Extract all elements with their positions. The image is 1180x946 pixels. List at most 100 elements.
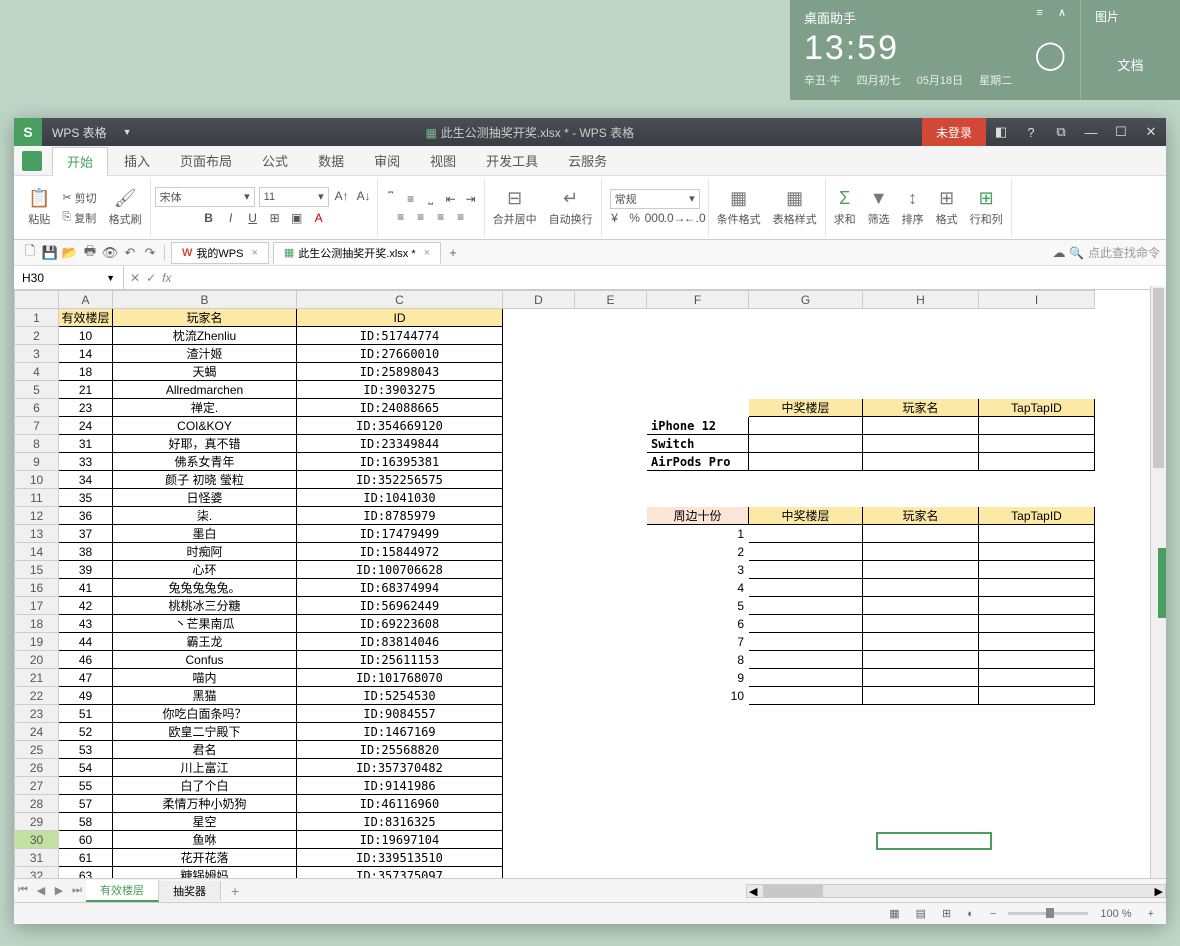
view-page-icon[interactable]: ▤ xyxy=(912,907,930,920)
share-icon[interactable]: ☁ xyxy=(1049,243,1069,263)
comma-icon[interactable]: 000 xyxy=(646,209,664,227)
close-icon[interactable]: ✕ xyxy=(1136,124,1166,140)
app-logo[interactable]: S xyxy=(14,118,42,146)
rowcol-button[interactable]: ⊞行和列 xyxy=(966,188,1007,227)
cut-button[interactable]: ✂剪切 xyxy=(58,189,100,207)
row-header[interactable]: 21 xyxy=(15,669,59,687)
currency-icon[interactable]: ¥ xyxy=(606,209,624,227)
fx-cancel-icon[interactable]: ✕ xyxy=(130,271,140,285)
copy-button[interactable]: ⎘复制 xyxy=(58,209,100,227)
row-header[interactable]: 1 xyxy=(15,309,59,327)
row-header[interactable]: 17 xyxy=(15,597,59,615)
fill-button[interactable]: ▣ xyxy=(288,209,306,227)
col-header-G[interactable]: G xyxy=(749,291,863,309)
col-header-F[interactable]: F xyxy=(647,291,749,309)
cond-format[interactable]: ▦条件格式 xyxy=(713,188,765,227)
dec-dec[interactable]: ←.0 xyxy=(686,209,704,227)
row-header[interactable]: 2 xyxy=(15,327,59,345)
side-panel-tab[interactable] xyxy=(1158,548,1166,618)
percent-icon[interactable]: % xyxy=(626,209,644,227)
row-header[interactable]: 5 xyxy=(15,381,59,399)
row-header[interactable]: 26 xyxy=(15,759,59,777)
indent-dec[interactable]: ⇤ xyxy=(442,190,460,208)
side-widget[interactable]: 图片 文档 xyxy=(1080,0,1180,100)
row-header[interactable]: 11 xyxy=(15,489,59,507)
tab-next[interactable]: ▶ xyxy=(50,884,68,897)
row-header[interactable]: 12 xyxy=(15,507,59,525)
app-menu-dropdown[interactable]: ▼ xyxy=(117,127,138,137)
minimize-icon[interactable]: — xyxy=(1076,125,1106,140)
row-header[interactable]: 15 xyxy=(15,561,59,579)
row-header[interactable]: 16 xyxy=(15,579,59,597)
format-button[interactable]: ⊞格式 xyxy=(932,188,962,227)
align-left[interactable]: ≡ xyxy=(392,208,410,226)
sheet-area[interactable]: ABCDEFGHI1有效楼层玩家名ID210枕流ZhenliuID:517447… xyxy=(14,290,1166,878)
row-header[interactable]: 4 xyxy=(15,363,59,381)
row-header[interactable]: 30 xyxy=(15,831,59,849)
row-header[interactable]: 19 xyxy=(15,633,59,651)
align-mid[interactable]: ≡ xyxy=(402,190,420,208)
command-search[interactable]: 🔍 点此查找命令 xyxy=(1069,244,1160,261)
row-header[interactable]: 25 xyxy=(15,741,59,759)
menu-dev[interactable]: 开发工具 xyxy=(472,147,552,174)
row-header[interactable]: 14 xyxy=(15,543,59,561)
fontsize-select[interactable]: 11▾ xyxy=(259,187,329,207)
menu-data[interactable]: 数据 xyxy=(304,147,358,174)
zoom-in[interactable]: + xyxy=(1144,908,1158,920)
row-header[interactable]: 29 xyxy=(15,813,59,831)
italic-button[interactable]: I xyxy=(222,209,240,227)
restore-icon[interactable]: ⧉ xyxy=(1046,124,1076,140)
indent-inc[interactable]: ⇥ xyxy=(462,190,480,208)
row-header[interactable]: 10 xyxy=(15,471,59,489)
increase-font[interactable]: A↑ xyxy=(333,187,351,205)
tab-first[interactable]: ⏮ xyxy=(14,884,32,897)
row-header[interactable]: 8 xyxy=(15,435,59,453)
bold-button[interactable]: B xyxy=(200,209,218,227)
paste-button[interactable]: 📋粘贴 xyxy=(24,188,54,227)
filter-button[interactable]: ▼筛选 xyxy=(864,188,894,227)
row-header[interactable]: 32 xyxy=(15,867,59,879)
menu-layout[interactable]: 页面布局 xyxy=(166,147,246,174)
skin-icon[interactable]: ◧ xyxy=(986,124,1016,140)
row-header[interactable]: 27 xyxy=(15,777,59,795)
hscroll[interactable]: ◀ ▶ xyxy=(746,884,1166,898)
col-header-A[interactable]: A xyxy=(59,291,113,309)
zoom-level[interactable]: 100 % xyxy=(1096,908,1135,920)
sum-button[interactable]: Σ求和 xyxy=(830,188,860,227)
widget-controls[interactable]: ≡ ∧ xyxy=(1036,6,1072,19)
col-header-B[interactable]: B xyxy=(113,291,297,309)
login-button[interactable]: 未登录 xyxy=(922,118,986,146)
add-tab-icon[interactable]: + xyxy=(443,243,463,263)
help-icon[interactable]: ? xyxy=(1016,125,1046,140)
formula-input[interactable] xyxy=(177,270,1166,285)
row-header[interactable]: 20 xyxy=(15,651,59,669)
tab-last[interactable]: ⏭ xyxy=(68,884,86,897)
add-sheet[interactable]: + xyxy=(221,883,249,899)
open-icon[interactable]: 📂 xyxy=(60,243,80,263)
fx-confirm-icon[interactable]: ✓ xyxy=(146,271,156,285)
doc-tab[interactable]: ▦此生公测抽奖开奖.xlsx *× xyxy=(273,242,441,264)
format-painter[interactable]: 🖌格式刷 xyxy=(105,188,146,227)
fontcolor-button[interactable]: A xyxy=(310,209,328,227)
name-box[interactable]: H30▼ xyxy=(14,266,124,289)
menu-review[interactable]: 审阅 xyxy=(360,147,414,174)
reading-icon[interactable]: ◐ xyxy=(963,908,978,920)
sheet-tab-2[interactable]: 抽奖器 xyxy=(159,881,221,901)
row-header[interactable]: 22 xyxy=(15,687,59,705)
align-right[interactable]: ≡ xyxy=(432,208,450,226)
row-header[interactable]: 7 xyxy=(15,417,59,435)
sort-button[interactable]: ↕排序 xyxy=(898,188,928,227)
sheet-tab-1[interactable]: 有效楼层 xyxy=(86,880,159,902)
row-header[interactable]: 24 xyxy=(15,723,59,741)
undo-icon[interactable]: ↶ xyxy=(120,243,140,263)
clock-widget[interactable]: 桌面助手 ≡ ∧ 13:59 ◯ 辛丑·牛 四月初七 05月18日 星期二 xyxy=(790,0,1080,100)
align-bot[interactable]: ⎵ xyxy=(422,190,440,208)
row-header[interactable]: 28 xyxy=(15,795,59,813)
side-doc[interactable]: 文档 xyxy=(1095,55,1166,74)
font-select[interactable]: 宋体▾ xyxy=(155,187,255,207)
zoom-slider[interactable] xyxy=(1008,912,1088,915)
row-header[interactable]: 6 xyxy=(15,399,59,417)
fx-icon[interactable]: fx xyxy=(162,271,171,285)
col-header-E[interactable]: E xyxy=(575,291,647,309)
row-header[interactable]: 23 xyxy=(15,705,59,723)
